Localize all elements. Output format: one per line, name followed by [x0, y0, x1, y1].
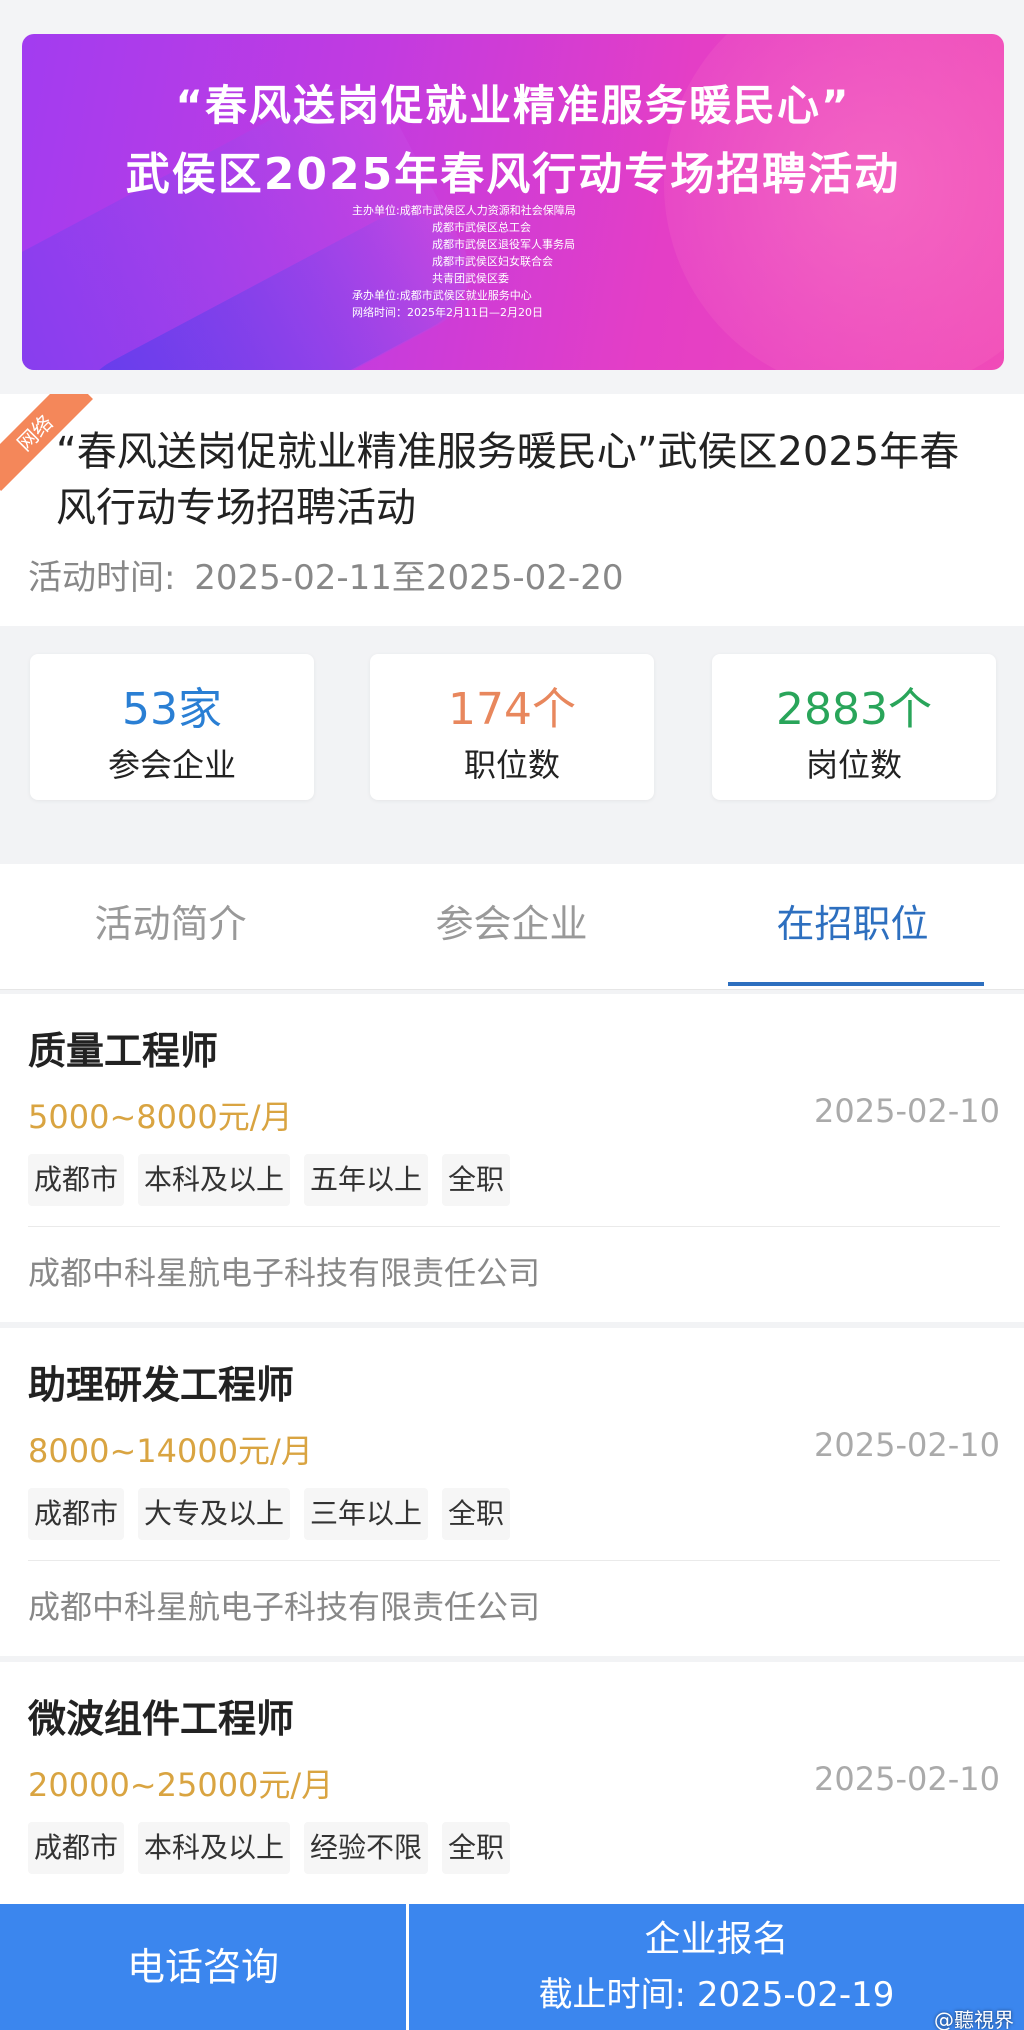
active-tab-indicator	[728, 982, 984, 986]
job-tags: 成都市 本科及以上 经验不限 全职	[28, 1822, 511, 1874]
tab-intro[interactable]: 活动简介	[0, 864, 341, 990]
tab-companies[interactable]: 参会企业	[341, 864, 682, 990]
job-date: 2025-02-10	[814, 1426, 1000, 1464]
stat-value: 2883个	[776, 684, 932, 735]
stats-section: 53家 参会企业 174个 职位数 2883个 岗位数	[0, 626, 1024, 864]
job-tag: 本科及以上	[138, 1154, 291, 1206]
job-company[interactable]: 成都中科星航电子科技有限责任公司	[28, 1248, 540, 1294]
job-tag: 三年以上	[304, 1488, 429, 1540]
banner-headline: “春风送岗促就业精准服务暖民心”	[175, 81, 851, 130]
banner-subheadline: 武侯区2025年春风行动专场招聘活动	[125, 149, 901, 200]
divider	[28, 1560, 1000, 1561]
stat-card-openings[interactable]: 2883个 岗位数	[712, 654, 996, 800]
stat-value: 53家	[122, 684, 222, 735]
job-tag: 本科及以上	[138, 1822, 291, 1874]
company-register-button[interactable]: 企业报名 截止时间: 2025-02-19	[409, 1904, 1024, 2030]
job-tag: 全职	[442, 1154, 511, 1206]
job-title: 助理研发工程师	[28, 1363, 295, 1407]
phone-consult-button[interactable]: 电话咨询	[0, 1904, 406, 2030]
job-card[interactable]: 助理研发工程师 8000~14000元/月 2025-02-10 成都市 大专及…	[0, 1328, 1024, 1656]
divider	[28, 1226, 1000, 1227]
banner-organizer-line: 共青团武侯区委	[432, 272, 509, 285]
banner-organizer-line: 成都市武侯区妇女联合会	[432, 255, 553, 268]
stat-value: 174个	[448, 684, 576, 735]
job-salary: 8000~14000元/月	[28, 1432, 313, 1470]
job-tag: 全职	[442, 1822, 511, 1874]
job-title: 质量工程师	[28, 1029, 219, 1073]
banner-organizer-line: 网络时间：2025年2月11日—2月20日	[352, 306, 543, 319]
tab-open-positions[interactable]: 在招职位	[682, 864, 1023, 990]
bottom-action-bar: 电话咨询 企业报名 截止时间: 2025-02-19	[0, 1904, 1024, 2030]
event-time-value: 2025-02-11至2025-02-20	[194, 558, 624, 598]
register-deadline: 截止时间: 2025-02-19	[538, 1975, 895, 2015]
banner-section: “春风送岗促就业精准服务暖民心” 武侯区2025年春风行动专场招聘活动 主办单位…	[0, 0, 1024, 394]
banner-organizer-line: 主办单位:成都市武侯区人力资源和社会保障局	[352, 204, 576, 217]
event-title: “春风送岗促就业精准服务暖民心”武侯区2025年春风行动专场招聘活动	[56, 429, 960, 531]
event-time-label: 活动时间:	[28, 558, 176, 598]
stat-card-positions[interactable]: 174个 职位数	[370, 654, 654, 800]
stat-label: 职位数	[463, 746, 560, 784]
stat-card-companies[interactable]: 53家 参会企业	[30, 654, 314, 800]
stat-label: 参会企业	[107, 746, 236, 784]
banner-organizer-line: 成都市武侯区总工会	[432, 221, 531, 234]
job-company[interactable]: 成都中科星航电子科技有限责任公司	[28, 1582, 540, 1628]
watermark: @聽視界	[934, 2008, 1014, 2030]
stat-label: 岗位数	[805, 746, 902, 784]
job-salary: 20000~25000元/月	[28, 1766, 334, 1804]
banner-organizers: 主办单位:成都市武侯区人力资源和社会保障局 成都市武侯区总工会 成都市武侯区退役…	[352, 202, 576, 321]
event-banner-image: “春风送岗促就业精准服务暖民心” 武侯区2025年春风行动专场招聘活动 主办单位…	[22, 34, 1004, 370]
job-tag: 五年以上	[304, 1154, 429, 1206]
event-time: 活动时间: 2025-02-11至2025-02-20	[28, 550, 623, 599]
tab-bar: 活动简介 参会企业 在招职位	[0, 864, 1024, 990]
banner-organizer-line: 承办单位:成都市武侯区就业服务中心	[352, 289, 532, 302]
job-date: 2025-02-10	[814, 1092, 1000, 1130]
job-tag: 大专及以上	[138, 1488, 291, 1540]
job-tag: 成都市	[28, 1154, 125, 1206]
job-tags: 成都市 本科及以上 五年以上 全职	[28, 1154, 511, 1206]
job-card[interactable]: 质量工程师 5000~8000元/月 2025-02-10 成都市 本科及以上 …	[0, 994, 1024, 1322]
job-tags: 成都市 大专及以上 三年以上 全职	[28, 1488, 511, 1540]
job-salary: 5000~8000元/月	[28, 1098, 293, 1136]
register-label: 企业报名	[644, 1919, 789, 1960]
job-tag: 全职	[442, 1488, 511, 1540]
banner-organizer-line: 成都市武侯区退役军人事务局	[432, 238, 575, 251]
job-tag: 经验不限	[304, 1822, 429, 1874]
event-info: 网络 “春风送岗促就业精准服务暖民心”武侯区2025年春风行动专场招聘活动 活动…	[0, 394, 1024, 626]
job-date: 2025-02-10	[814, 1760, 1000, 1798]
job-tag: 成都市	[28, 1822, 125, 1874]
job-title: 微波组件工程师	[28, 1697, 295, 1741]
job-tag: 成都市	[28, 1488, 125, 1540]
